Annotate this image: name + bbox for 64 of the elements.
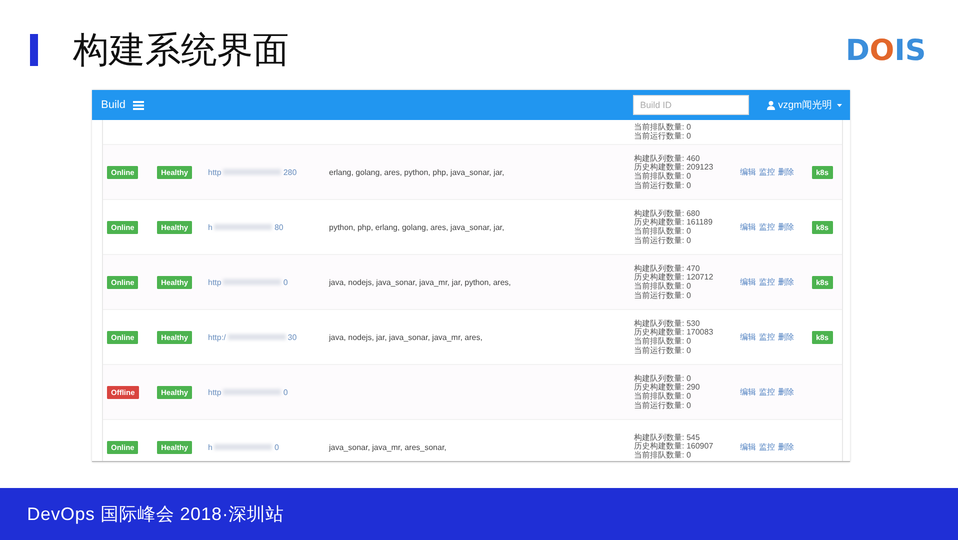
user-icon <box>767 100 776 110</box>
languages-text: java, nodejs, jar, java_sonar, java_mr, ares, <box>329 332 482 342</box>
stat-line: 当前排队数量: 0 <box>634 282 692 291</box>
stat-line: 构建队列数量: 530 <box>634 319 701 328</box>
languages-text: java, nodejs, java_sonar, java_mr, jar, python, ares, <box>329 278 511 286</box>
stat-line: 当前运行数量: 0 <box>634 290 692 300</box>
stat-line: 当前排队数量: 0 <box>634 337 692 346</box>
search-field[interactable]: Build ID <box>633 95 750 115</box>
url-link[interactable]: 0 <box>283 278 288 286</box>
action-link[interactable]: 删除 <box>778 331 791 343</box>
blurred-text <box>223 169 282 175</box>
stat-line: 当前排队数量: 0 <box>634 172 692 181</box>
stat-line: 构建队列数量: 545 <box>634 434 701 442</box>
brand-link[interactable]: Build <box>101 99 126 111</box>
stat-line: 历史构建数量: 120712 <box>634 273 714 282</box>
stat-line: 构建队列数量: 680 <box>634 209 701 218</box>
action-link[interactable]: 删除 <box>778 166 791 178</box>
logo: DOIS <box>846 33 926 67</box>
stat-line: 构建队列数量: 460 <box>634 154 701 163</box>
stat-line: 当前排队数量: 0 <box>634 451 692 460</box>
footer-text: DevOps 国际峰会 2018·深圳站 <box>27 503 284 526</box>
accent-bar <box>30 34 38 66</box>
url-link[interactable]: 0 <box>283 388 288 396</box>
blurred-text <box>214 444 272 450</box>
action-link[interactable]: 删除 <box>778 441 791 453</box>
action-link[interactable]: 删除 <box>778 386 791 398</box>
url-link[interactable]: h <box>208 442 212 452</box>
stat-line: 当前运行数量: 0 <box>634 132 692 141</box>
menu-icon[interactable] <box>133 100 144 110</box>
blurred-text <box>214 224 272 230</box>
languages-text: python, php, erlang, golang, ares, java_sonar, jar, <box>329 222 504 232</box>
action-link[interactable]: 删除 <box>778 276 791 288</box>
url-link[interactable]: http <box>208 168 222 176</box>
url-link[interactable]: h <box>208 222 212 232</box>
action-link[interactable]: 删除 <box>778 221 791 233</box>
url-link[interactable]: 80 <box>274 222 284 232</box>
stat-line: 当前排队数量: 0 <box>634 227 692 236</box>
url-link[interactable]: http <box>208 388 222 396</box>
stat-line: 历史构建数量: 290 <box>634 383 701 392</box>
stat-line: 当前运行数量: 0 <box>634 180 692 190</box>
stat-line: 历史构建数量: 170083 <box>634 328 714 337</box>
languages-text: erlang, golang, ares, python, php, java_sonar, jar, <box>329 168 504 176</box>
stat-line: 当前运行数量: 0 <box>634 346 692 355</box>
blurred-text <box>223 279 282 285</box>
url-link[interactable]: 30 <box>288 332 297 342</box>
slide-title: 构建系统界面 <box>73 32 290 68</box>
caret-icon <box>837 104 842 106</box>
url-link[interactable]: http:/ <box>208 332 226 342</box>
stat-line: 构建队列数量: 470 <box>634 264 701 273</box>
stat-line: 当前排队数量: 0 <box>634 392 692 401</box>
stat-line: 历史构建数量: 209123 <box>634 163 714 172</box>
url-link[interactable]: 0 <box>274 442 279 452</box>
blurred-text <box>228 334 286 340</box>
url-link[interactable]: 280 <box>283 168 297 176</box>
url-link[interactable]: http <box>208 278 222 286</box>
stat-line: 构建队列数量: 0 <box>634 374 692 383</box>
stat-line: 历史构建数量: 161189 <box>634 218 714 227</box>
stat-line: 历史构建数量: 160907 <box>634 442 714 452</box>
languages-text: java_sonar, java_mr, ares_sonar, <box>329 442 446 452</box>
blurred-text <box>223 389 282 395</box>
stat-line: 当前运行数量: 0 <box>634 236 692 245</box>
user-menu[interactable]: vzgm闻光明 <box>767 98 842 112</box>
stat-line: 当前排队数量: 0 <box>634 122 692 132</box>
stat-line: 当前运行数量: 0 <box>634 400 692 410</box>
